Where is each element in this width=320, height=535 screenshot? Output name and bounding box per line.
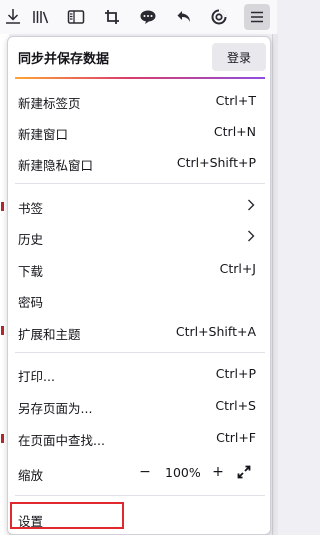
scrollbar[interactable] (272, 34, 278, 535)
chevron-right-icon (248, 199, 255, 211)
menu-item-shortcut: Ctrl+P (215, 366, 256, 381)
undo-icon[interactable] (171, 4, 197, 30)
menu-item-label: 新建标签页 (18, 96, 81, 111)
page-marker (1, 202, 4, 211)
download-icon[interactable] (0, 4, 26, 30)
menu-separator (15, 495, 265, 496)
menu-item-label: 新建隐私窗口 (18, 158, 94, 173)
extension-icon[interactable] (206, 4, 232, 30)
menu-separator (15, 352, 265, 353)
menu-item-label: 新建窗口 (18, 127, 69, 142)
menu-separator (15, 183, 265, 184)
menu-item-bookmarks[interactable]: 书签 (8, 192, 270, 218)
zoom-reset-button[interactable]: 100% (165, 465, 201, 480)
menu-item-new-window[interactable]: 新建窗口 Ctrl+N (8, 118, 270, 144)
menu-item-passwords[interactable]: 密码 (8, 286, 270, 312)
menu-item-history[interactable]: 历史 (8, 223, 270, 249)
menu-item-label: 扩展和主题 (18, 327, 81, 342)
page-marker (1, 434, 4, 443)
menu-item-label: 历史 (18, 232, 44, 247)
zoom-out-button[interactable]: − (135, 462, 155, 482)
menu-item-label: 在页面中查找... (18, 433, 105, 448)
sidebar-icon[interactable] (63, 4, 89, 30)
menu-item-save-page-as[interactable]: 另存页面为... Ctrl+S (8, 392, 270, 418)
menu-item-shortcut: Ctrl+Shift+P (176, 155, 256, 170)
menu-item-shortcut: Ctrl+N (213, 124, 256, 139)
menu-item-label: 密码 (18, 295, 44, 310)
page-marker (1, 326, 4, 335)
menu-item-label: 下载 (18, 264, 44, 279)
menu-item-find-in-page[interactable]: 在页面中查找... Ctrl+F (8, 424, 270, 450)
menu-item-print[interactable]: 打印... Ctrl+P (8, 360, 270, 386)
library-icon[interactable] (28, 4, 54, 30)
menu-item-shortcut: Ctrl+S (215, 398, 256, 413)
menu-item-shortcut: Ctrl+J (219, 261, 256, 276)
menu-item-label: 另存页面为... (18, 401, 93, 416)
menu-item-label: 缩放 (18, 468, 44, 483)
sync-header: 同步并保存数据 登录 (8, 37, 270, 77)
menu-item-addons-themes[interactable]: 扩展和主题 Ctrl+Shift+A (8, 318, 270, 344)
fullscreen-icon[interactable] (234, 462, 254, 482)
chat-icon[interactable] (135, 4, 161, 30)
menu-item-downloads[interactable]: 下载 Ctrl+J (8, 255, 270, 281)
menu-item-shortcut: Ctrl+F (216, 430, 256, 445)
menu-item-label: 打印... (18, 369, 55, 384)
menu-item-new-private-window[interactable]: 新建隐私窗口 Ctrl+Shift+P (8, 149, 270, 175)
settings-highlight-box (10, 502, 124, 529)
menu-item-zoom: 缩放 − 100% + (8, 459, 270, 485)
accent-divider (15, 77, 265, 79)
login-button[interactable]: 登录 (212, 43, 266, 71)
chevron-right-icon (248, 230, 255, 242)
menu-item-new-tab[interactable]: 新建标签页 Ctrl+T (8, 87, 270, 113)
sync-title: 同步并保存数据 (18, 52, 110, 67)
menu-icon[interactable] (244, 4, 270, 30)
menu-item-label: 书签 (18, 201, 44, 216)
zoom-in-button[interactable]: + (208, 462, 228, 482)
menu-item-shortcut: Ctrl+Shift+A (175, 324, 256, 339)
menu-item-shortcut: Ctrl+T (215, 93, 256, 108)
browser-toolbar (0, 0, 277, 34)
app-menu-panel: 同步并保存数据 登录 新建标签页 Ctrl+T 新建窗口 Ctrl+N 新建隐私… (7, 36, 271, 535)
screenshot-icon[interactable] (99, 4, 125, 30)
